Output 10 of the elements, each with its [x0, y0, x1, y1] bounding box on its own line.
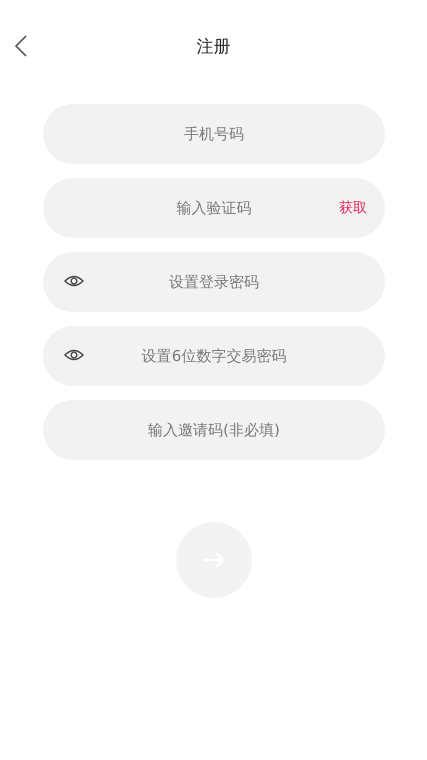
back-icon[interactable] [14, 34, 28, 58]
input-field[interactable]: 输入邀请码(非必填) [107, 421, 321, 439]
page-title: 注册 [196, 36, 230, 58]
input-field[interactable]: 设置6位数字交易密码 [107, 347, 321, 365]
eye-icon[interactable] [64, 348, 84, 362]
eye-icon[interactable] [64, 274, 84, 288]
input-field[interactable]: 输入验证码 [107, 199, 321, 217]
get-code-button[interactable]: 获取 [339, 199, 367, 217]
input-field[interactable]: 设置登录密码 [107, 273, 321, 291]
input-field[interactable]: 手机号码 [107, 125, 321, 143]
